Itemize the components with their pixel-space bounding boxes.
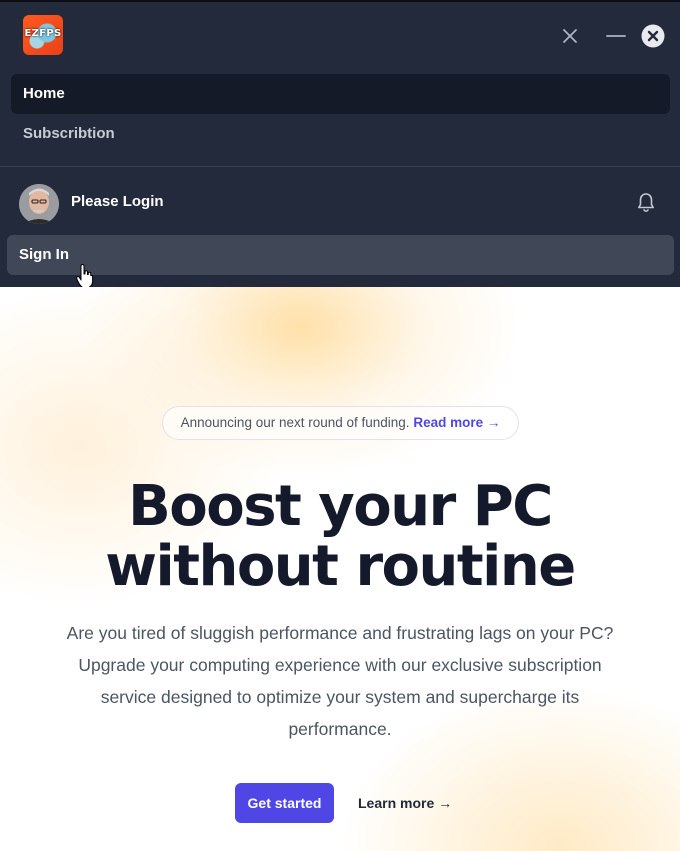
avatar[interactable] [19, 184, 59, 224]
app-menu-panel: EZFPS Home Subscribtion Please Login Sig… [0, 0, 680, 290]
user-section: Please Login [0, 167, 680, 237]
learn-more-link[interactable]: Learn more → [358, 783, 452, 823]
sign-in-button[interactable]: Sign In [7, 235, 674, 275]
announcement-text: Announcing our next round of funding. [180, 415, 410, 430]
hero-section: Announcing our next round of funding. Re… [0, 287, 680, 851]
headline-line-1: Boost your PC [128, 474, 553, 539]
headline-line-2: without routine [105, 534, 576, 599]
close-circle-icon[interactable] [640, 23, 666, 49]
announcement-pill: Announcing our next round of funding. Re… [162, 406, 519, 440]
logo-text: EZFPS [24, 28, 62, 39]
bell-icon[interactable] [634, 191, 658, 215]
hero-description: Are you tired of sluggish performance an… [66, 623, 614, 739]
app-logo[interactable]: EZFPS [23, 15, 63, 55]
nav-item-subscription[interactable]: Subscribtion [11, 114, 670, 154]
minimize-icon[interactable] [602, 22, 630, 50]
title-bar: EZFPS [0, 2, 680, 70]
get-started-button[interactable]: Get started [235, 783, 334, 823]
hero-headline: Boost your PC without routine [0, 477, 680, 597]
nav-item-home[interactable]: Home [11, 74, 670, 114]
read-more-link[interactable]: Read more → [413, 415, 500, 430]
user-name: Please Login [71, 193, 164, 210]
close-icon[interactable] [556, 22, 584, 50]
